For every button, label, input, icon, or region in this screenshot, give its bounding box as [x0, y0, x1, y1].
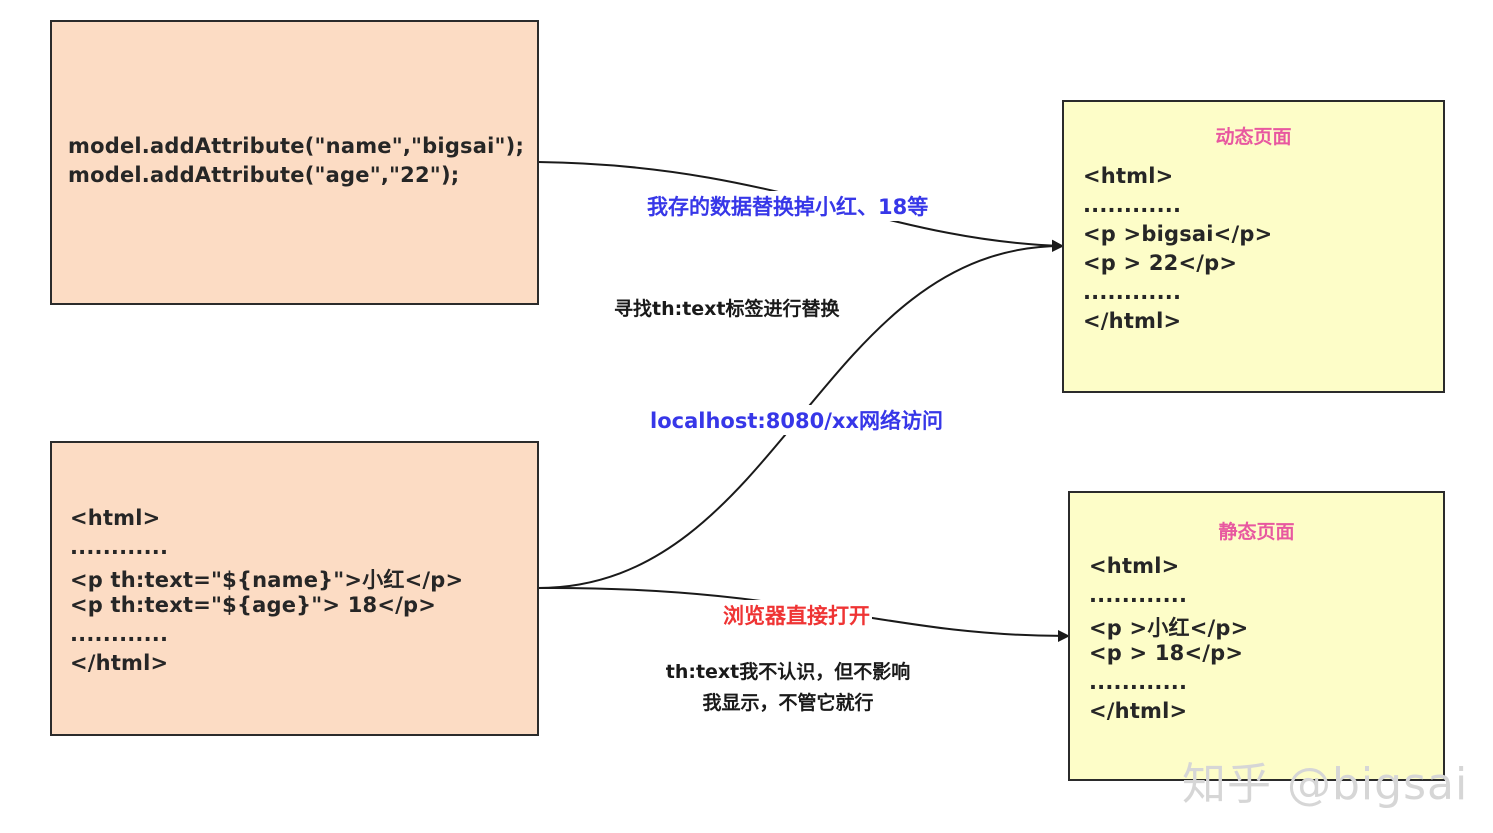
static-page-title: 静态页面 — [1218, 521, 1295, 543]
label-ignore-note: th:text我不认识，但不影响 我显示，不管它就行 — [640, 657, 936, 715]
label-network-access: localhost:8080/xx网络访问 — [648, 405, 945, 435]
label-replace-data: 我存的数据替换掉小红、18等 — [645, 191, 931, 221]
model-line-2: model.addAttribute("age","22"); — [68, 163, 460, 187]
model-code-box: model.addAttribute("name","bigsai"); mod… — [50, 20, 539, 305]
template-line-4: <p th:text="${age}"> 18</p> — [70, 593, 437, 617]
dynamic-line-1: <html> — [1083, 164, 1174, 188]
static-line-6: </html> — [1089, 699, 1188, 723]
dynamic-line-6: </html> — [1083, 309, 1182, 333]
template-line-1: <html> — [70, 506, 161, 530]
template-line-2: ............ — [70, 535, 169, 559]
template-line-6: </html> — [70, 651, 169, 675]
label-browser-open: 浏览器直接打开 — [721, 600, 872, 630]
static-line-1: <html> — [1089, 554, 1180, 578]
template-line-5: ............ — [70, 622, 169, 646]
dynamic-line-4: <p > 22</p> — [1083, 251, 1238, 275]
static-line-3: <p >小红</p> — [1089, 616, 1249, 640]
label-ignore-line-2: 我显示，不管它就行 — [702, 692, 874, 714]
dynamic-line-2: ............ — [1083, 193, 1182, 217]
dynamic-page-box: 动态页面 <html> ............ <p >bigsai</p> … — [1062, 100, 1445, 393]
dynamic-line-3: <p >bigsai</p> — [1083, 222, 1273, 246]
zhihu-watermark: 知乎 @bigsai — [1182, 759, 1469, 810]
static-line-4: <p > 18</p> — [1089, 641, 1244, 665]
static-line-2: ............ — [1089, 583, 1188, 607]
static-page-box: 静态页面 <html> ............ <p >小红</p> <p >… — [1068, 491, 1445, 781]
model-line-1: model.addAttribute("name","bigsai"); — [68, 134, 525, 158]
label-ignore-line-1: th:text我不认识，但不影响 — [665, 661, 911, 683]
dynamic-line-5: ............ — [1083, 280, 1182, 304]
label-find-tag: 寻找th:text标签进行替换 — [614, 298, 840, 320]
template-code-box: <html> ............ <p th:text="${name}"… — [50, 441, 539, 736]
dynamic-page-title: 动态页面 — [1215, 126, 1292, 148]
static-line-5: ............ — [1089, 670, 1188, 694]
template-line-3: <p th:text="${name}">小红</p> — [70, 568, 464, 592]
